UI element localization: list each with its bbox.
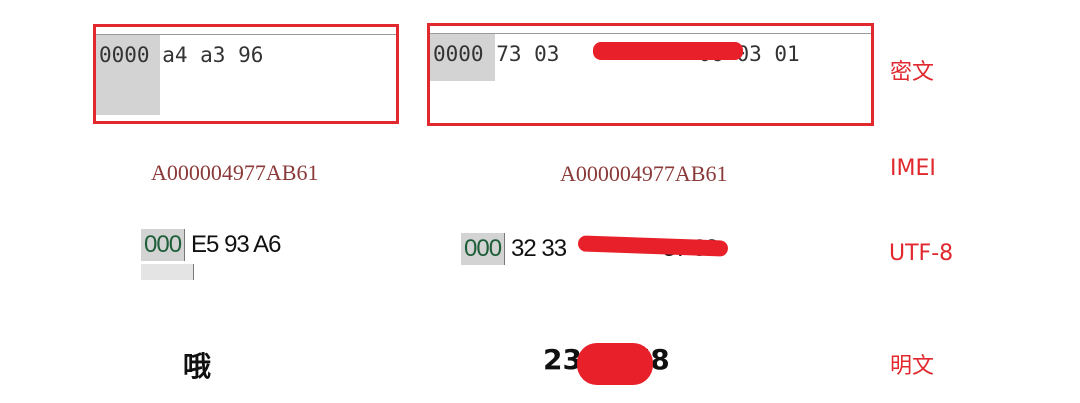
redaction-mark xyxy=(577,343,653,385)
utf8-left: 000 E5 93 A6 xyxy=(141,229,281,261)
hex-bytes: E5 93 A6 xyxy=(191,231,281,258)
hex-line: 0000 a4 a3 96 xyxy=(99,43,263,67)
label-ciphertext: 密文 xyxy=(890,60,935,85)
cipher-left-panel: 0000 a4 a3 96 xyxy=(93,24,399,124)
hex-address: 0000 xyxy=(99,43,150,67)
plaintext-start: 23 xyxy=(543,343,582,376)
hex-bytes-start: 73 03 xyxy=(496,42,560,66)
hex-bytes-start: 32 33 xyxy=(511,235,567,262)
address-gutter xyxy=(141,264,194,280)
label-imei: IMEI xyxy=(890,156,936,181)
label-utf8: UTF-8 xyxy=(889,241,954,266)
label-plaintext: 明文 xyxy=(890,354,935,379)
divider xyxy=(430,33,871,34)
hex-address: 000 xyxy=(461,233,506,265)
hex-bytes: a4 a3 96 xyxy=(162,43,264,67)
imei-left: A000004977AB61 xyxy=(151,160,319,185)
hex-address: 000 xyxy=(141,229,186,261)
cipher-right-panel: 0000 73 03 06 03 01 xyxy=(427,23,874,126)
hex-address: 0000 xyxy=(433,42,484,66)
imei-right: A000004977AB61 xyxy=(560,161,728,186)
redaction-mark xyxy=(593,42,743,60)
plaintext-left: 哦 xyxy=(183,350,212,383)
